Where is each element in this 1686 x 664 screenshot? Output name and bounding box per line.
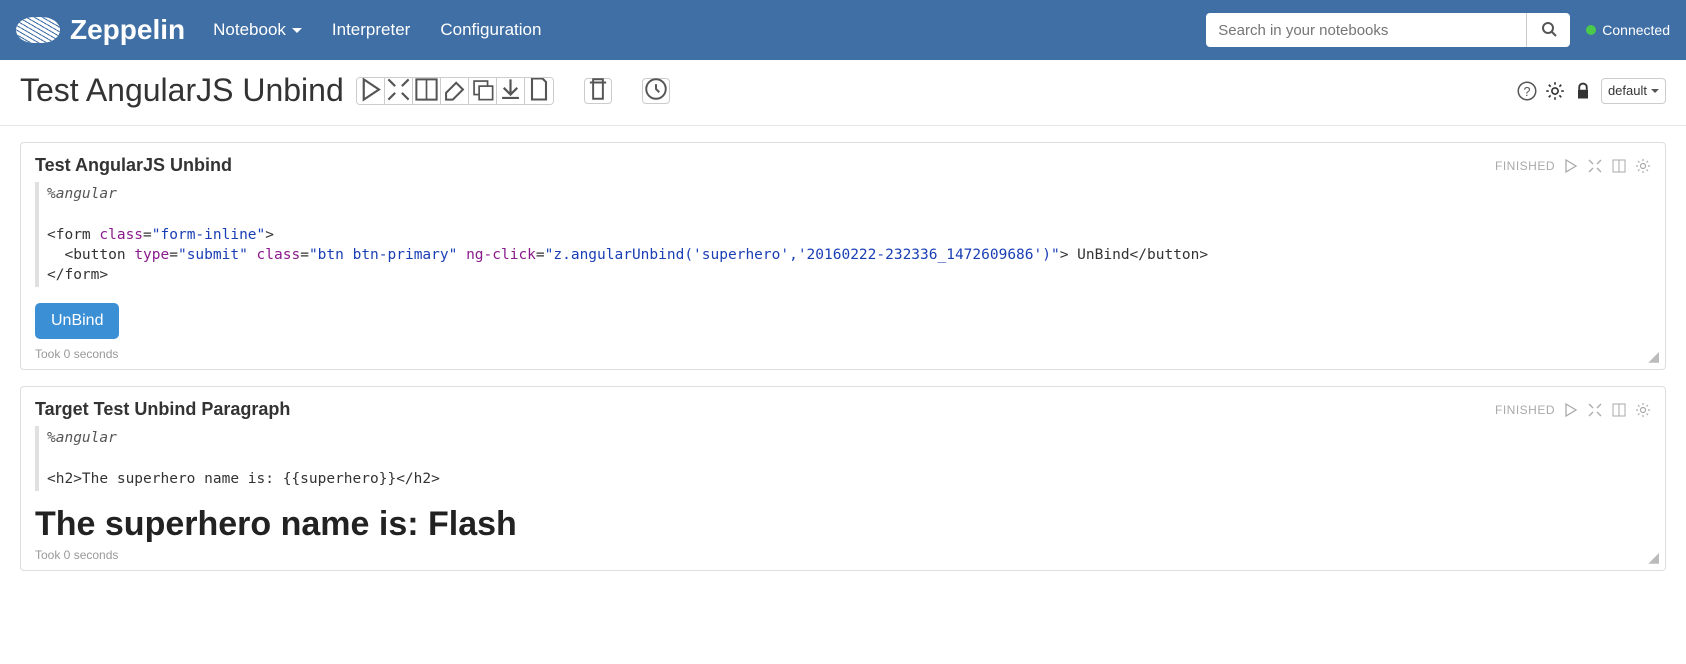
- caret-down-icon: [292, 28, 302, 33]
- paragraph-status: FINISHED: [1495, 403, 1555, 417]
- paragraph: Target Test Unbind Paragraph FINISHED %a…: [20, 386, 1666, 571]
- delete-button[interactable]: [584, 78, 612, 104]
- search-icon: [1541, 21, 1557, 40]
- search-group: [1206, 13, 1570, 47]
- copy-icon: [469, 77, 496, 105]
- nav-configuration[interactable]: Configuration: [440, 20, 541, 40]
- timing-text: Took 0 seconds: [35, 548, 1651, 562]
- clone-button[interactable]: [469, 78, 497, 104]
- resize-handle[interactable]: ◢: [1648, 348, 1659, 365]
- mode-select[interactable]: default: [1601, 78, 1666, 104]
- clear-output-button[interactable]: [441, 78, 469, 104]
- connected-label: Connected: [1602, 22, 1670, 38]
- paragraph-title[interactable]: Target Test Unbind Paragraph: [35, 399, 290, 420]
- notebook-title[interactable]: Test AngularJS Unbind: [20, 72, 344, 109]
- settings-button[interactable]: [1635, 402, 1651, 418]
- export-button[interactable]: [497, 78, 525, 104]
- nav-notebook-label: Notebook: [213, 20, 286, 40]
- run-button[interactable]: [1563, 402, 1579, 418]
- right-controls: ? default: [1517, 78, 1666, 104]
- file-icon: [525, 77, 553, 105]
- nav-notebook[interactable]: Notebook: [213, 20, 302, 40]
- lock-button[interactable]: [1573, 81, 1593, 101]
- nav-configuration-label: Configuration: [440, 20, 541, 40]
- resize-handle[interactable]: ◢: [1648, 549, 1659, 566]
- nav-interpreter[interactable]: Interpreter: [332, 20, 410, 40]
- run-all-button[interactable]: [357, 78, 385, 104]
- clock-icon: [643, 76, 669, 105]
- version-button[interactable]: [525, 78, 553, 104]
- search-button[interactable]: [1526, 13, 1570, 47]
- hide-code-button[interactable]: [385, 78, 413, 104]
- code-editor[interactable]: %angular <h2>The superhero name is: {{su…: [35, 426, 1651, 491]
- settings-button[interactable]: [1635, 158, 1651, 174]
- search-input[interactable]: [1206, 13, 1526, 47]
- help-button[interactable]: ?: [1517, 81, 1537, 101]
- timing-text: Took 0 seconds: [35, 347, 1651, 361]
- output-heading: The superhero name is: Flash: [35, 505, 1651, 544]
- status-dot-icon: [1586, 25, 1596, 35]
- paragraph-status: FINISHED: [1495, 159, 1555, 173]
- mode-label: default: [1608, 83, 1647, 98]
- hide-output-button[interactable]: [1611, 158, 1627, 174]
- brand-name: Zeppelin: [70, 14, 185, 46]
- nav-interpreter-label: Interpreter: [332, 20, 410, 40]
- paragraph: Test AngularJS Unbind FINISHED %angular …: [20, 142, 1666, 370]
- settings-button[interactable]: [1545, 81, 1565, 101]
- collapse-icon: [385, 77, 412, 105]
- trash-icon: [585, 76, 611, 105]
- toolbar-group: [356, 77, 554, 105]
- zeppelin-logo-icon: [16, 17, 60, 43]
- svg-text:?: ?: [1523, 85, 1530, 99]
- code-editor[interactable]: %angular <form class="form-inline"> <but…: [35, 182, 1651, 287]
- play-icon: [357, 77, 384, 105]
- paragraph-title[interactable]: Test AngularJS Unbind: [35, 155, 232, 176]
- scheduler-button[interactable]: [642, 78, 670, 104]
- hide-editor-button[interactable]: [1587, 158, 1603, 174]
- book-icon: [413, 77, 440, 105]
- download-icon: [497, 77, 524, 105]
- titlebar: Test AngularJS Unbind ? default: [0, 60, 1686, 126]
- unbind-button[interactable]: UnBind: [35, 303, 119, 339]
- hide-output-button[interactable]: [413, 78, 441, 104]
- run-button[interactable]: [1563, 158, 1579, 174]
- connection-status: Connected: [1586, 22, 1670, 38]
- navbar: Zeppelin Notebook Interpreter Configurat…: [0, 0, 1686, 60]
- paragraph-actions: [1563, 158, 1651, 174]
- paragraph-actions: [1563, 402, 1651, 418]
- hide-editor-button[interactable]: [1587, 402, 1603, 418]
- brand[interactable]: Zeppelin: [16, 14, 185, 46]
- hide-output-button[interactable]: [1611, 402, 1627, 418]
- caret-down-icon: [1651, 89, 1659, 93]
- eraser-icon: [441, 77, 468, 105]
